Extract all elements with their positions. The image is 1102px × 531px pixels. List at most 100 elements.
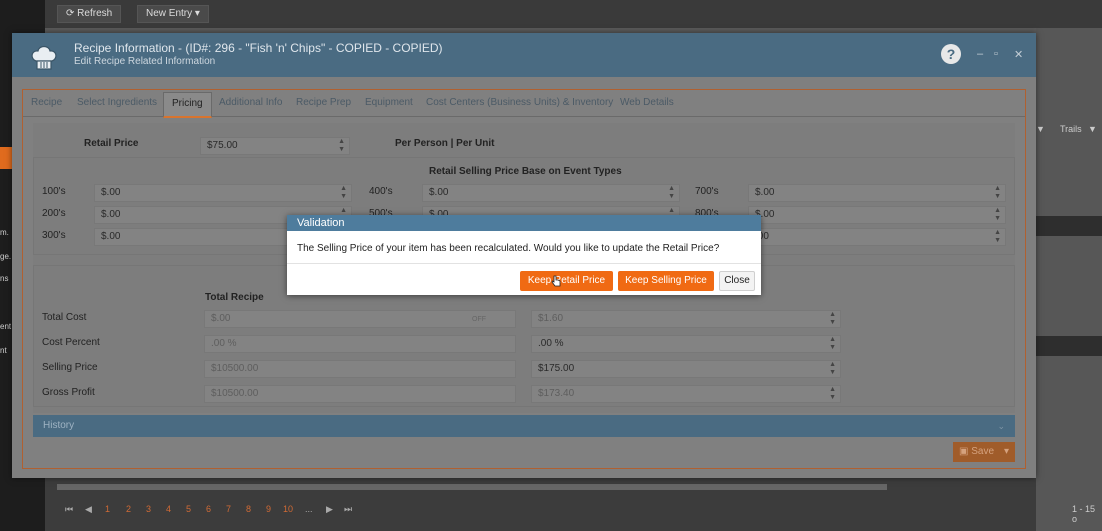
page-link[interactable]: 6 xyxy=(206,504,211,514)
app-pagination-bar xyxy=(45,478,1036,531)
dialog-title: Validation xyxy=(287,215,761,231)
help-icon[interactable]: ? xyxy=(941,44,961,64)
page-link[interactable]: 1 xyxy=(105,504,110,514)
per-unit-value: $1.60 xyxy=(538,313,564,324)
event-section-title: Retail Selling Price Base on Event Types xyxy=(429,166,622,177)
page-link[interactable]: 8 xyxy=(246,504,251,514)
tab-pricing[interactable]: Pricing xyxy=(163,92,212,118)
page-ellipsis[interactable]: ... xyxy=(305,504,313,514)
modal-subtitle: Edit Recipe Related Information xyxy=(74,56,216,67)
refresh-button[interactable]: ⟳ Refresh xyxy=(57,5,122,23)
event-type-label: 300's xyxy=(42,230,66,241)
tab-additional-info[interactable]: Additional Info xyxy=(219,97,282,108)
minimize-icon[interactable]: – xyxy=(977,48,983,60)
grid-header: ▼ Trails ▼ xyxy=(1036,118,1102,140)
event-price-value: $.00 xyxy=(429,187,449,198)
gross-profit-per-unit[interactable]: $173.40 ▲ ▼ xyxy=(531,385,841,403)
gross-profit-total: $10500.00 xyxy=(204,385,516,403)
retail-price-input[interactable]: $75.00 ▲ ▼ xyxy=(200,137,350,155)
last-page-icon[interactable]: ⏭ xyxy=(344,504,352,515)
chevron-down-icon[interactable]: ▾ xyxy=(1004,442,1009,462)
modal-title: Recipe Information - (ID#: 296 - "Fish '… xyxy=(74,41,443,55)
hand-cursor-icon xyxy=(551,275,561,287)
sidebar-item-label[interactable]: m. xyxy=(0,228,12,237)
cost-percent-per-unit[interactable]: .00 % ▲ ▼ xyxy=(531,335,841,353)
validation-dialog: Validation The Selling Price of your ite… xyxy=(287,215,761,295)
per-unit-value: $173.40 xyxy=(538,388,575,399)
selling-price-per-unit[interactable]: $175.00 ▲ ▼ xyxy=(531,360,841,378)
page-link[interactable]: 9 xyxy=(266,504,271,514)
first-page-icon[interactable]: ⏮ xyxy=(65,504,73,515)
recipe-modal-header: Recipe Information - (ID#: 296 - "Fish '… xyxy=(12,33,1036,77)
page-link[interactable]: 3 xyxy=(146,504,151,514)
tab-equipment[interactable]: Equipment xyxy=(365,97,413,108)
sidebar-item-label[interactable]: ent xyxy=(0,322,12,331)
event-price-value: $.00 xyxy=(101,187,121,198)
page-link[interactable]: 10 xyxy=(283,504,293,514)
event-type-label: 700's xyxy=(695,186,719,197)
trails-column-label[interactable]: Trails xyxy=(1060,118,1082,140)
spinner-icon[interactable]: ▲▼ xyxy=(668,185,675,201)
row-label: Gross Profit xyxy=(42,387,95,398)
pagination-summary: 1 - 15 o xyxy=(1072,504,1096,524)
grid-row xyxy=(1036,336,1102,356)
horizontal-scrollbar[interactable] xyxy=(57,484,887,490)
close-button[interactable]: Close xyxy=(719,271,755,291)
tab-cost-centers[interactable]: Cost Centers (Business Units) & Inventor… xyxy=(426,97,613,108)
save-button[interactable]: ▣ Save ▾ xyxy=(953,442,1015,462)
row-label: Cost Percent xyxy=(42,337,100,348)
history-panel-header[interactable]: History ⌄ xyxy=(33,415,1015,437)
page-link[interactable]: 4 xyxy=(166,504,171,514)
event-price-value: $.00 xyxy=(101,231,121,242)
selling-price-total: $10500.00 xyxy=(204,360,516,378)
prev-page-icon[interactable]: ◀ xyxy=(85,504,92,515)
page-link[interactable]: 7 xyxy=(226,504,231,514)
event-price-input[interactable]: $.00▲▼ xyxy=(748,206,1006,224)
spinner-icon[interactable]: ▲▼ xyxy=(340,185,347,201)
event-price-input[interactable]: $.00▲▼ xyxy=(748,184,1006,202)
row-label: Selling Price xyxy=(42,362,98,373)
cost-percent-total: .00 % xyxy=(204,335,516,353)
sidebar-item-label[interactable]: nt xyxy=(0,346,12,355)
spinner-icon[interactable]: ▲▼ xyxy=(829,361,836,377)
spinner-icon[interactable]: ▲▼ xyxy=(338,138,345,154)
toggle-switch[interactable]: OFF xyxy=(472,316,486,323)
filter-icon[interactable]: ▼ xyxy=(1088,118,1097,140)
spinner-icon[interactable]: ▲▼ xyxy=(994,229,1001,245)
new-entry-button[interactable]: New Entry ▾ xyxy=(137,5,209,23)
event-price-input[interactable]: $.00 ▲▼ xyxy=(94,184,352,202)
dialog-message: The Selling Price of your item has been … xyxy=(297,243,720,254)
tab-web-details[interactable]: Web Details xyxy=(620,97,674,108)
filter-icon[interactable]: ▼ xyxy=(1036,124,1045,134)
page-link[interactable]: 2 xyxy=(126,504,131,514)
spinner-icon[interactable]: ▲▼ xyxy=(994,185,1001,201)
keep-retail-price-button[interactable]: Keep Retail Price xyxy=(520,271,613,291)
total-cost-per-unit[interactable]: $1.60 ▲ ▼ xyxy=(531,310,841,328)
dialog-divider xyxy=(287,263,761,264)
per-person-label: Per Person | Per Unit xyxy=(395,138,495,149)
chef-hat-icon xyxy=(31,45,57,70)
page-link[interactable]: 5 xyxy=(186,504,191,514)
chevron-down-icon: ▾ xyxy=(194,8,200,19)
spinner-icon[interactable]: ▲▼ xyxy=(829,386,836,402)
tab-recipe[interactable]: Recipe xyxy=(31,97,62,108)
event-price-input[interactable]: $.00 ▲▼ xyxy=(422,184,680,202)
new-entry-label: New Entry xyxy=(146,8,193,19)
chevron-down-icon: ⌄ xyxy=(997,421,1005,431)
tab-recipe-prep[interactable]: Recipe Prep xyxy=(296,97,351,108)
keep-selling-price-button[interactable]: Keep Selling Price xyxy=(618,271,714,291)
sidebar-item-label[interactable]: ge. xyxy=(0,252,12,261)
close-icon[interactable]: ✕ xyxy=(1014,48,1023,61)
sidebar-item-label[interactable]: ns xyxy=(0,274,12,283)
retail-price-value: $75.00 xyxy=(207,140,238,151)
spinner-icon[interactable]: ▲▼ xyxy=(829,336,836,352)
tab-select-ingredients[interactable]: Select Ingredients xyxy=(77,97,157,108)
spinner-icon[interactable]: ▲▼ xyxy=(829,311,836,327)
spinner-icon[interactable]: ▲▼ xyxy=(994,207,1001,223)
next-page-icon[interactable]: ▶ xyxy=(326,504,333,515)
maximize-icon[interactable]: ▫ xyxy=(994,48,998,60)
event-price-input[interactable]: .00 ▲ ▼ xyxy=(748,228,1006,246)
event-type-label: 100's xyxy=(42,186,66,197)
sidebar-active-indicator xyxy=(0,147,12,169)
save-icon: ▣ xyxy=(959,446,972,457)
